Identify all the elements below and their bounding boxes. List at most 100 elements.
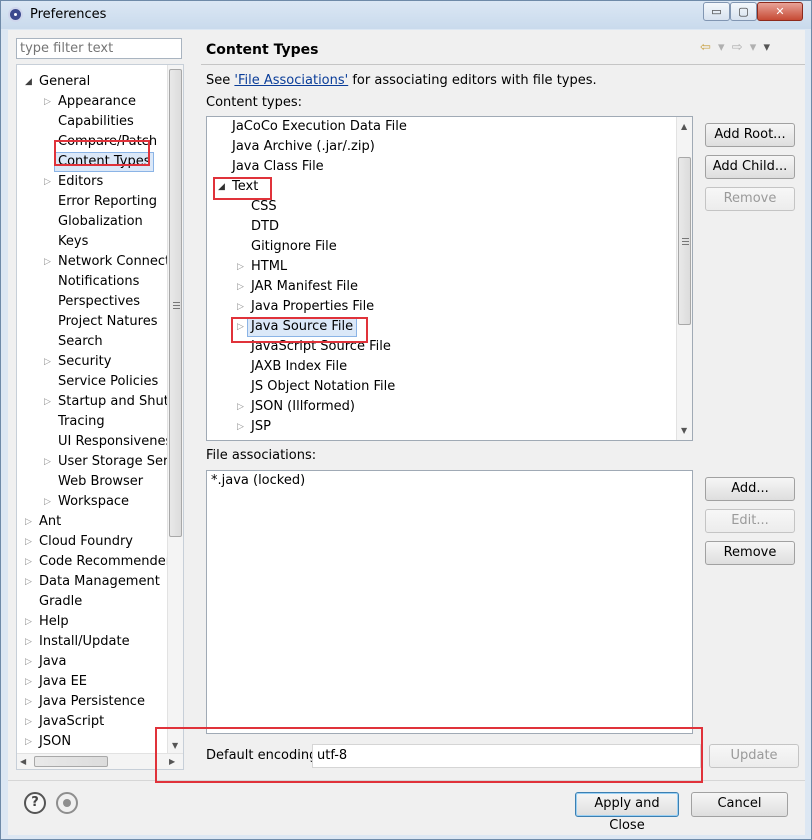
tree-vertical-scrollbar[interactable]: ▼: [167, 65, 183, 753]
tree-item-label: General: [39, 74, 91, 89]
add-root-button[interactable]: Add Root...: [705, 123, 795, 147]
file-associations-link[interactable]: 'File Associations': [234, 73, 348, 88]
tree-hscroll-thumb[interactable]: [34, 756, 108, 767]
eclipse-app-icon: [8, 7, 23, 22]
collapsed-arrow-icon[interactable]: ▷: [44, 392, 51, 412]
content-type-label: Java Class File: [232, 159, 324, 174]
record-macro-icon[interactable]: [56, 792, 78, 814]
collapsed-arrow-icon[interactable]: ▷: [25, 532, 32, 552]
filter-input[interactable]: [16, 38, 182, 59]
tree-item-label: Perspectives: [58, 294, 141, 309]
ct-scroll-up-icon[interactable]: ▲: [681, 122, 687, 131]
intro-text: See 'File Associations' for associating …: [206, 73, 597, 88]
content-type-label: Java Archive (.jar/.zip): [232, 139, 375, 154]
content-types-scrollbar[interactable]: ▲ ▼: [676, 117, 692, 440]
collapsed-arrow-icon[interactable]: ▷: [237, 417, 244, 437]
collapsed-arrow-icon[interactable]: ▷: [25, 692, 32, 712]
tree-item-label: UI Responsiveness: [58, 434, 180, 449]
tree-item-label: Gradle: [39, 594, 83, 609]
forward-arrow-icon[interactable]: ⇨: [732, 40, 743, 55]
collapsed-arrow-icon[interactable]: ▷: [44, 172, 51, 192]
ct-scroll-thumb[interactable]: [678, 157, 691, 325]
collapsed-arrow-icon[interactable]: ▷: [237, 277, 244, 297]
preferences-window: Preferences ▭ ▢ ✕ ◢ General ▷ Appearance Cap…: [0, 0, 812, 840]
content-type-label: CSS: [251, 199, 277, 214]
content-type-label: JAXB Index File: [251, 359, 348, 374]
tree-item-label: Network Connectio: [58, 254, 182, 269]
collapsed-arrow-icon[interactable]: ▷: [44, 352, 51, 372]
collapsed-arrow-icon[interactable]: ▷: [237, 317, 244, 337]
collapsed-arrow-icon[interactable]: ▷: [25, 572, 32, 592]
content-type-label: JaCoCo Execution Data File: [232, 119, 407, 134]
close-button[interactable]: ✕: [757, 2, 803, 21]
page-navigation: ⇦ ▾ ⇨ ▾ ▾: [700, 40, 773, 55]
content-type-label: Text: [232, 179, 259, 194]
expanded-arrow-icon[interactable]: ◢: [25, 72, 32, 92]
apply-and-close-button[interactable]: Apply and Close: [575, 792, 679, 833]
collapsed-arrow-icon[interactable]: ▷: [44, 252, 51, 272]
help-icon[interactable]: ?: [24, 792, 46, 814]
collapsed-arrow-icon[interactable]: ▷: [25, 632, 32, 652]
tree-item-label: Code Recommenders: [39, 554, 178, 569]
collapsed-arrow-icon[interactable]: ▷: [25, 552, 32, 572]
collapsed-arrow-icon[interactable]: ▷: [25, 652, 32, 672]
content-type-label: DTD: [251, 219, 279, 234]
minimize-button[interactable]: ▭: [703, 2, 730, 21]
collapsed-arrow-icon[interactable]: ▷: [237, 257, 244, 277]
tree-scroll-thumb[interactable]: [169, 69, 182, 537]
tree-item-label: Workspace: [58, 494, 130, 509]
back-arrow-icon[interactable]: ⇦: [700, 40, 711, 55]
expanded-arrow-icon[interactable]: ◢: [218, 177, 225, 197]
cancel-button[interactable]: Cancel: [691, 792, 788, 817]
default-encoding-label: Default encoding:: [206, 748, 322, 763]
collapsed-arrow-icon[interactable]: ▷: [237, 397, 244, 417]
file-association-item[interactable]: *.java (locked): [211, 471, 305, 491]
update-button[interactable]: Update: [709, 744, 799, 768]
content-type-label: HTML: [251, 259, 288, 274]
ct-scroll-down-icon[interactable]: ▼: [681, 426, 687, 435]
tree-item-label: Globalization: [58, 214, 143, 229]
content-types-label: Content types:: [206, 95, 303, 110]
view-menu-icon[interactable]: ▾: [763, 40, 770, 55]
content-type-label: JAR Manifest File: [251, 279, 359, 294]
remove-content-type-button[interactable]: Remove: [705, 187, 795, 211]
content-type-label: JSP: [251, 419, 271, 434]
content-types-tree: JaCoCo Execution Data File Java Archive (…: [206, 116, 693, 441]
collapsed-arrow-icon[interactable]: ▷: [25, 512, 32, 532]
title-bar: Preferences ▭ ▢ ✕: [1, 1, 811, 29]
collapsed-arrow-icon[interactable]: ▷: [44, 492, 51, 512]
file-associations-label: File associations:: [206, 448, 317, 463]
button-bar-separator: [8, 780, 805, 781]
tree-item-label: Java: [39, 654, 67, 669]
tree-item-label: Content Types: [54, 152, 155, 172]
collapsed-arrow-icon[interactable]: ▷: [237, 297, 244, 317]
content-type-label: JS Object Notation File: [251, 379, 396, 394]
tree-scroll-left-icon[interactable]: ◀: [20, 757, 26, 766]
tree-scroll-down-icon[interactable]: ▼: [172, 741, 178, 750]
tree-horizontal-scrollbar[interactable]: ◀ ▶: [17, 753, 183, 769]
edit-association-button[interactable]: Edit...: [705, 509, 795, 533]
remove-association-button[interactable]: Remove: [705, 541, 795, 565]
tree-item-label: Ant: [39, 514, 62, 529]
tree-item-label: Error Reporting: [58, 194, 158, 209]
collapsed-arrow-icon[interactable]: ▷: [25, 712, 32, 732]
collapsed-arrow-icon[interactable]: ▷: [44, 92, 51, 112]
content-type-label: Gitignore File: [251, 239, 337, 254]
tree-item-label: Capabilities: [58, 114, 134, 129]
collapsed-arrow-icon[interactable]: ▷: [25, 732, 32, 752]
collapsed-arrow-icon[interactable]: ▷: [25, 672, 32, 692]
tree-scroll-right-icon[interactable]: ▶: [169, 757, 175, 766]
collapsed-arrow-icon[interactable]: ▷: [25, 612, 32, 632]
back-dropdown-icon[interactable]: ▾: [718, 40, 725, 55]
tree-item-label: JSON: [39, 734, 72, 749]
add-child-button[interactable]: Add Child...: [705, 155, 795, 179]
collapsed-arrow-icon[interactable]: ▷: [44, 452, 51, 472]
tree-item-label: Search: [58, 334, 103, 349]
add-association-button[interactable]: Add...: [705, 477, 795, 501]
default-encoding-input[interactable]: utf-8: [312, 744, 701, 768]
tree-item-label: Startup and Shutd: [58, 394, 178, 409]
tree-item-label: Notifications: [58, 274, 140, 289]
content-type-label: JavaScript Source File: [251, 339, 391, 354]
maximize-button[interactable]: ▢: [730, 2, 757, 21]
forward-dropdown-icon[interactable]: ▾: [750, 40, 757, 55]
